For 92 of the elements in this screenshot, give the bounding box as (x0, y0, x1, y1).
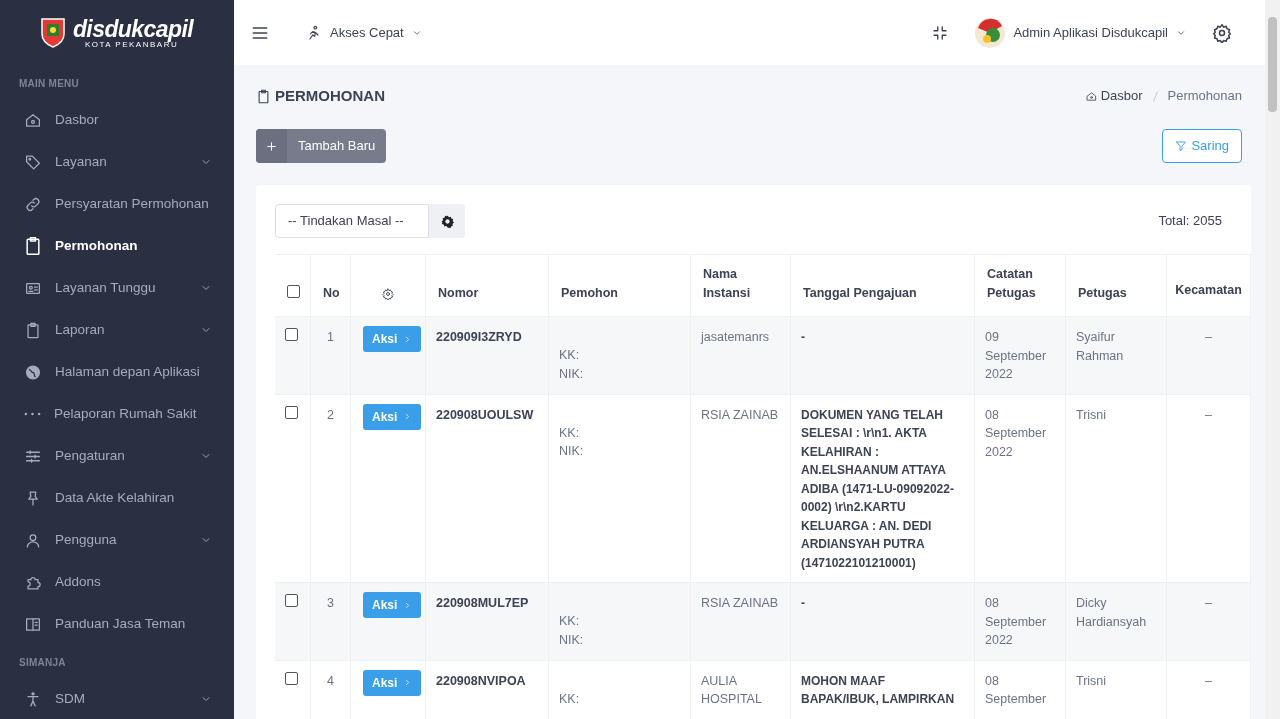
home-icon (23, 111, 43, 129)
sidebar-item[interactable]: Data Akte Kelahiran (0, 477, 234, 519)
emblem-icon (40, 18, 65, 48)
tag-icon (23, 153, 43, 171)
checkbox[interactable] (285, 594, 298, 607)
request-number: 220908MUL7EP (436, 596, 529, 610)
row-number: 3 (327, 596, 334, 610)
row-number: 4 (327, 673, 334, 688)
table-cell-text: 09 September 2022 (985, 329, 1048, 383)
table-cell: jasatemanrs (701, 330, 770, 344)
settings-icon (382, 288, 394, 300)
column-header: No (323, 285, 340, 302)
column-header: Pemohon (561, 285, 618, 302)
settings-icon (1212, 22, 1232, 43)
sidebar-item[interactable]: Laporan (0, 309, 234, 351)
section-heading: SIMANJA (18, 656, 67, 670)
table-cell-text: 08 September 2022 (985, 406, 1048, 461)
sidebar-item[interactable]: Persyaratan Permohonan (0, 183, 234, 225)
sidebar-item[interactable]: Halaman depan Aplikasi (0, 351, 234, 393)
gear-icon (440, 214, 454, 228)
section-heading: MAIN MENU (18, 77, 81, 91)
applicant-field: KK: (559, 612, 680, 631)
applicant-field: NIK: (559, 630, 680, 649)
dots-icon (24, 412, 41, 416)
applicant-field: NIK: (559, 442, 680, 461)
applicant-field: KK: (559, 346, 680, 365)
applicant-field: KK: (559, 689, 680, 708)
clipboard-icon (23, 236, 43, 256)
table-cell: – (1205, 330, 1212, 344)
table-cell-text: Trisni (1076, 406, 1108, 424)
table-cell-text: Syaifur Rahman (1076, 329, 1125, 365)
clipboard-icon (256, 88, 271, 104)
table-cell: – (1205, 407, 1212, 422)
home-icon (1085, 90, 1097, 102)
minimize-icon (931, 23, 950, 42)
row-number: 1 (327, 330, 334, 344)
table-cell: – (1205, 596, 1212, 610)
sidebar-item[interactable]: Panduan Jasa Teman (0, 603, 234, 645)
table-cell-text: - (801, 329, 806, 346)
sidebar-item[interactable]: Dasbor (0, 99, 234, 141)
page-title: PERMOHONAN (275, 85, 385, 106)
checkbox[interactable] (285, 405, 298, 419)
table-cell-text: 08 September 2022 (985, 595, 1048, 649)
request-number: 220909I3ZRYD (436, 330, 522, 344)
avatar (975, 17, 1006, 48)
table-cell: RSIA ZAINAB (701, 407, 779, 422)
column-header: Petugas (1078, 285, 1127, 302)
book-icon (23, 615, 43, 633)
checkbox[interactable] (285, 671, 298, 685)
bulk-settings-button[interactable] (429, 204, 465, 238)
table-cell: RSIA ZAINAB (701, 596, 779, 610)
column-header: Tanggal Pengajuan (803, 285, 917, 302)
user-menu[interactable]: Admin Aplikasi Disdukcapil (975, 17, 1186, 48)
table-cell: – (1205, 673, 1212, 688)
applicant-field: KK: (559, 423, 680, 442)
total-count: Total: 2055 (1158, 212, 1222, 231)
row-number: 2 (327, 407, 334, 422)
applicant-field: NIK: (559, 364, 680, 383)
plus-icon (265, 139, 278, 153)
logo-title: disdukcapil (72, 17, 194, 41)
column-header: Nama Instansi (703, 266, 752, 302)
sidebar-item[interactable]: Addons (0, 561, 234, 603)
breadcrumb-link[interactable]: Dasbor (1085, 86, 1143, 106)
table-cell-text: 08 September (985, 672, 1048, 708)
checkbox[interactable] (287, 285, 300, 298)
quick-access-menu[interactable]: Akses Cepat (306, 22, 422, 43)
table-cell: AULIA HOSPITAL (701, 673, 762, 706)
request-number: 220908NVIPOA (436, 673, 526, 688)
column-header: Catatan Petugas (987, 266, 1037, 302)
sidebar-item[interactable]: Layanan Tunggu (0, 267, 234, 309)
column-header: Nomor (438, 285, 479, 302)
breadcrumb-link[interactable]: Permohonan (1167, 86, 1242, 106)
bulk-action-select[interactable]: -- Tindakan Masal -- (275, 204, 429, 238)
table-cell-text: MOHON MAAF BAPAK/IBUK, LAMPIRKAN (801, 672, 956, 708)
table-cell-text: - (801, 595, 806, 612)
filter-icon (1175, 140, 1188, 152)
add-new-button[interactable]: Tambah Baru (256, 129, 387, 163)
sidebar-item[interactable]: SDM (0, 678, 234, 719)
table-cell-text: DOKUMEN YANG TELAH SELESAI : \r\n1. AKTA KELAHIRAN : AN.ELSHAANUM ATTAYA ADIBA (1471-LU-09092022-0002) \r\n2.KARTU KELUARGA : AN. DEDI ARDIANSYAH PUTRA (1471022101210001) (801, 406, 955, 572)
sidebar-item[interactable]: Pelaporan Rumah Sakit (0, 393, 234, 435)
column-header: Kecamatan (1175, 282, 1242, 299)
table-cell-text: Trisni (1076, 672, 1108, 690)
sliders-icon (23, 447, 43, 465)
sidebar-item[interactable]: Pengguna (0, 519, 234, 561)
sidebar-item[interactable]: Layanan (0, 141, 234, 183)
sidebar-item[interactable]: Pengaturan (0, 435, 234, 477)
checkbox[interactable] (285, 328, 298, 341)
filter-button[interactable]: Saring (1162, 129, 1242, 163)
sidebar-item[interactable]: Permohonan (0, 225, 234, 267)
link-icon (23, 195, 43, 213)
table-cell-text: Dicky Hardiansyah (1076, 595, 1148, 631)
request-number: 220908UOULSW (436, 407, 534, 422)
